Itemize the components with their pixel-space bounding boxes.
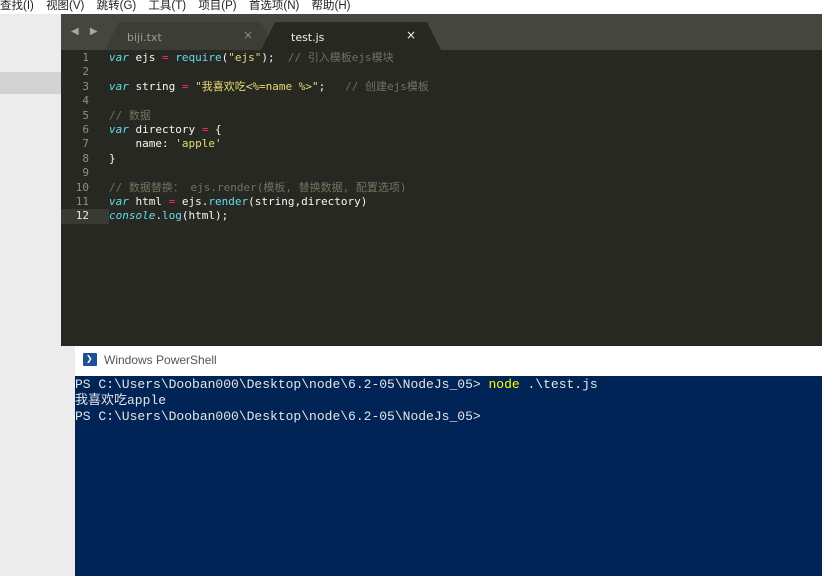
code-token: 'apple': [175, 137, 222, 151]
prompt: PS C:\Users\Dooban000\Desktop\node\6.2-0…: [75, 409, 481, 424]
code-line[interactable]: 2: [61, 65, 822, 79]
code-text: // 数据替换： ejs.render(模板, 替换数据, 配置选项): [109, 181, 406, 195]
code-token: var: [109, 51, 129, 64]
code-token: var: [109, 79, 129, 93]
code-line[interactable]: 11 var html = ejs.render(string,directory…: [61, 195, 822, 209]
menu-bar: 查找(I) 视图(V) 跳转(G) 工具(T) 项目(P) 首选项(N) 帮助(…: [0, 0, 822, 14]
menu-item-project[interactable]: 项目(P): [198, 0, 236, 12]
line-number: 7: [82, 137, 89, 151]
code-line[interactable]: 7 name: 'apple': [61, 137, 822, 151]
close-icon[interactable]: ×: [243, 28, 253, 42]
prompt: PS C:\Users\Dooban000\Desktop\node\6.2-0…: [75, 377, 489, 392]
line-number: 1: [82, 51, 89, 64]
code-token: require: [175, 51, 222, 64]
code-token: log: [161, 209, 182, 223]
code-token: ejs: [128, 51, 162, 64]
code-area[interactable]: 1 var ejs = require("ejs"); // 引入模板ejs模块 2…: [61, 51, 822, 224]
sidebar: [0, 14, 61, 576]
code-token: render: [208, 194, 249, 208]
line-number: 9: [82, 166, 89, 180]
code-token: ;: [318, 79, 346, 93]
code-line[interactable]: 9: [61, 166, 822, 180]
code-token: var: [109, 194, 129, 208]
code-line[interactable]: 10 // 数据替换： ejs.render(模板, 替换数据, 配置选项): [61, 181, 822, 195]
code-token: name:: [109, 137, 176, 151]
code-token: }: [109, 151, 116, 165]
menu-item-help[interactable]: 帮助(H): [312, 0, 351, 12]
code-token: console: [109, 209, 156, 223]
line-number: 3: [82, 79, 89, 93]
code-token: // 创建ejs模板: [345, 79, 429, 93]
code-token: var: [109, 122, 129, 136]
line-number: 12: [75, 209, 89, 223]
tab-test-js[interactable]: test.js ×: [261, 22, 441, 50]
command: node: [488, 377, 520, 392]
code-text: var ejs = require("ejs"); // 引入模板ejs模块: [109, 51, 394, 65]
code-token: {: [208, 122, 222, 136]
code-line[interactable]: 8}: [61, 152, 822, 166]
menu-item-preferences[interactable]: 首选项(N): [249, 0, 299, 12]
code-line[interactable]: 6 var directory = {: [61, 123, 822, 137]
terminal-line: PS C:\Users\Dooban000\Desktop\node\6.2-0…: [75, 377, 822, 393]
code-token: string: [128, 79, 182, 93]
tab-label: biji.txt: [127, 31, 162, 44]
code-line[interactable]: 12 console.log(html);: [61, 209, 228, 224]
terminal-output[interactable]: PS C:\Users\Dooban000\Desktop\node\6.2-0…: [75, 377, 822, 425]
code-token: .: [155, 209, 162, 223]
line-number: 11: [75, 194, 89, 208]
tab-nav-arrows-icon[interactable]: ◀ ▶: [71, 26, 102, 37]
close-icon[interactable]: ×: [406, 28, 416, 42]
menu-item-goto[interactable]: 跳转(G): [97, 0, 137, 12]
code-token: html: [128, 194, 169, 208]
code-editor[interactable]: ◀ ▶ biji.txt × test.js × 1 var ejs = requ…: [61, 14, 822, 346]
powershell-title-bar[interactable]: ❯ Windows PowerShell: [75, 346, 822, 376]
line-number: 10: [75, 180, 89, 194]
code-token: // 数据替换： ejs.render(模板, 替换数据, 配置选项): [109, 180, 407, 194]
code-line[interactable]: 3 var string = "我喜欢吃<%=name %>"; // 创建ejs…: [61, 80, 822, 94]
line-number: 5: [82, 108, 89, 122]
line-number: 4: [82, 94, 89, 108]
code-line[interactable]: 5 // 数据: [61, 109, 822, 123]
powershell-window[interactable]: ❯ Windows PowerShell PS C:\Users\Dooban0…: [75, 346, 822, 576]
powershell-icon: ❯: [83, 352, 97, 366]
code-token: =: [162, 51, 169, 64]
menu-item-view[interactable]: 视图(V): [46, 0, 84, 12]
code-token: (string,directory): [248, 194, 368, 208]
code-token: directory: [128, 122, 202, 136]
menu-item-tools[interactable]: 工具(T): [148, 0, 186, 12]
code-line[interactable]: 1 var ejs = require("ejs"); // 引入模板ejs模块: [61, 51, 822, 65]
line-number: 6: [82, 122, 89, 136]
code-line[interactable]: 4: [61, 94, 822, 108]
code-text: var directory = {: [109, 123, 222, 137]
window-title: Windows PowerShell: [104, 353, 217, 367]
code-token: "ejs": [228, 51, 262, 64]
tab-biji-txt[interactable]: biji.txt ×: [105, 22, 275, 50]
code-token: (html);: [181, 209, 229, 223]
command-args: .\test.js: [519, 377, 598, 392]
tab-strip: ◀ ▶ biji.txt × test.js ×: [61, 14, 822, 50]
sidebar-selected-item[interactable]: [0, 72, 61, 94]
line-number: 8: [82, 151, 89, 165]
code-token: // 数据: [109, 108, 151, 122]
code-text: }: [109, 152, 116, 166]
menu-item-find[interactable]: 查找(I): [0, 0, 34, 12]
code-token: "我喜欢吃<%=name %>": [195, 79, 319, 93]
terminal-line: 我喜欢吃apple: [75, 393, 822, 409]
code-text: var string = "我喜欢吃<%=name %>"; // 创建ejs模…: [109, 80, 429, 94]
code-token: // 引入模板ejs模块: [287, 51, 394, 64]
code-text: var html = ejs.render(string,directory): [109, 195, 367, 209]
line-number: 2: [82, 65, 89, 79]
code-token: ejs.: [175, 194, 209, 208]
terminal-line: PS C:\Users\Dooban000\Desktop\node\6.2-0…: [75, 409, 822, 425]
code-text: name: 'apple': [109, 137, 222, 151]
code-text: console.log(html);: [109, 209, 228, 223]
tab-label: test.js: [291, 31, 325, 44]
code-token: );: [261, 51, 288, 64]
program-output: 我喜欢吃apple: [75, 393, 167, 408]
code-text: // 数据: [109, 109, 151, 123]
